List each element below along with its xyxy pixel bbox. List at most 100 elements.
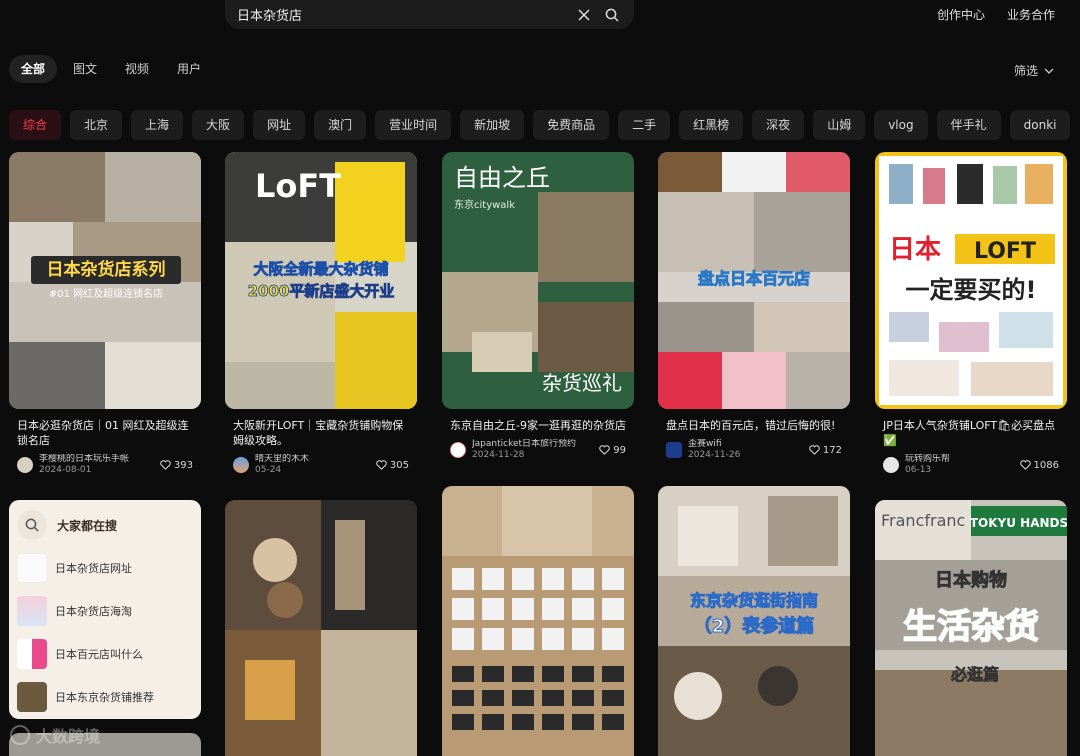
author-name[interactable]: Japanticket日本旅行预约 xyxy=(472,439,599,450)
cover-overlay-subtitle: 东京citywalk xyxy=(454,198,515,211)
hot-search-item[interactable]: 日本百元店叫什么 xyxy=(17,632,193,675)
avatar[interactable] xyxy=(17,457,33,473)
tab-all[interactable]: 全部 xyxy=(9,55,58,83)
note-cover[interactable]: LoFT 大阪全新最大杂货铺 2000平新店盛大开业 xyxy=(225,152,417,409)
top-links: 创作中心 业务合作 xyxy=(937,6,1055,23)
chip-website[interactable]: 网址 xyxy=(253,110,306,140)
chip-beijing[interactable]: 北京 xyxy=(70,110,123,140)
heart-icon xyxy=(160,460,171,470)
result-tabs: 全部 图文 视频 用户 xyxy=(9,55,213,83)
hot-search-item[interactable]: 日本杂货店海淘 xyxy=(17,589,193,632)
chip-osaka[interactable]: 大阪 xyxy=(192,110,245,140)
clear-icon[interactable] xyxy=(574,5,594,25)
chip-red-black-list[interactable]: 红黑榜 xyxy=(679,110,744,140)
cover-overlay-title: 自由之丘 xyxy=(454,164,550,192)
post-date: 06-13 xyxy=(905,465,932,475)
watermark-text: 大数跨境 xyxy=(36,727,101,746)
author-name[interactable]: 李樱桃的日本玩乐手帐 xyxy=(39,454,160,465)
heart-icon xyxy=(599,445,610,455)
cover-overlay-title: 盘点日本百元店 xyxy=(698,269,810,288)
note-cover[interactable] xyxy=(442,486,634,756)
author-block: Japanticket日本旅行预约 2024-11-28 xyxy=(472,439,599,461)
chip-souvenirs[interactable]: 伴手礼 xyxy=(936,110,1001,140)
tab-video[interactable]: 视频 xyxy=(113,55,161,83)
tab-image-text[interactable]: 图文 xyxy=(61,55,109,83)
chip-comprehensive[interactable]: 综合 xyxy=(9,110,62,140)
hot-searches-header: 大家都在搜 xyxy=(17,510,193,540)
note-cover[interactable]: 东京杂货逛街指南 （2）表参道篇 xyxy=(658,486,850,756)
like-button[interactable]: 305 xyxy=(376,460,409,471)
note-title[interactable]: 日本必逛杂货店｜01 网红及超级连锁名店 xyxy=(9,418,201,448)
like-count: 305 xyxy=(389,459,409,471)
filter-button[interactable]: 筛选 xyxy=(1014,62,1054,79)
cover-overlay-subtitle: 2000平新店盛大开业 xyxy=(248,282,395,300)
note-cover[interactable]: 日本杂货店系列 #01 网红及超级连锁名店 xyxy=(9,152,201,409)
creator-center-link[interactable]: 创作中心 xyxy=(937,6,985,23)
avatar[interactable] xyxy=(450,442,466,458)
author-name[interactable]: 歪赛wifi xyxy=(688,439,809,450)
note-card[interactable]: 日本杂货店系列 #01 网红及超级连锁名店 日本必逛杂货店｜01 网红及超级连锁… xyxy=(9,152,201,476)
chip-shanghai[interactable]: 上海 xyxy=(131,110,184,140)
note-card[interactable]: 盘点日本百元店 盘点日本的百元店，错过后悔的很! 歪赛wifi 2024-11-… xyxy=(658,152,850,461)
note-cover[interactable] xyxy=(225,500,417,756)
brand-sign-francfranc: Francfranc xyxy=(881,511,965,530)
cover-overlay-title: 日本购物 xyxy=(935,569,1007,591)
note-cover[interactable]: 日本 LOFT 一定要买的! xyxy=(875,152,1067,409)
heart-icon xyxy=(1019,460,1031,470)
chip-second-hand[interactable]: 二手 xyxy=(618,110,671,140)
avatar[interactable] xyxy=(883,457,899,473)
like-button[interactable]: 1086 xyxy=(1019,460,1059,471)
like-button[interactable]: 172 xyxy=(809,445,842,456)
note-cover[interactable]: Francfranc TOKYU HANDS 日本购物 生活杂货 必逛篇 xyxy=(875,500,1067,756)
post-date: 2024-08-01 xyxy=(39,465,92,475)
author-name[interactable]: 玩转购乐帮 xyxy=(905,454,1020,465)
search-icon xyxy=(17,510,47,540)
cover-overlay-caption: 杂货巡礼 xyxy=(542,371,622,395)
note-cover[interactable]: 盘点日本百元店 xyxy=(658,152,850,409)
author-block: 晴天里的木木 05-24 xyxy=(255,454,376,476)
watermark-logo-icon xyxy=(10,725,30,745)
tab-users[interactable]: 用户 xyxy=(165,55,213,83)
chip-singapore[interactable]: 新加坡 xyxy=(460,110,525,140)
note-card[interactable]: LoFT 大阪全新最大杂货铺 2000平新店盛大开业 大阪新开LOFT｜宝藏杂货… xyxy=(225,152,417,476)
chip-late-night[interactable]: 深夜 xyxy=(752,110,805,140)
hot-search-label: 日本百元店叫什么 xyxy=(55,647,143,661)
business-cooperation-link[interactable]: 业务合作 xyxy=(1007,6,1055,23)
chip-free-items[interactable]: 免费商品 xyxy=(533,110,610,140)
search-icon[interactable] xyxy=(602,5,622,25)
filter-label: 筛选 xyxy=(1013,64,1038,78)
hot-searches-panel: 大家都在搜 日本杂货店网址 日本杂货店海淘 日本百元店叫什么 日本东京杂货铺推荐 xyxy=(9,500,201,719)
note-title[interactable]: 东京自由之丘-9家一逛再逛的杂货店 xyxy=(442,418,634,433)
cover-overlay-subtitle: （2）表参道篇 xyxy=(694,615,815,637)
hot-search-item[interactable]: 日本杂货店网址 xyxy=(17,546,193,589)
chip-sams[interactable]: 山姆 xyxy=(813,110,866,140)
cover-overlay-title: 大阪全新最大杂货铺 xyxy=(253,260,388,278)
chevron-down-icon xyxy=(1044,68,1054,74)
note-title[interactable]: 盘点日本的百元店，错过后悔的很! xyxy=(658,418,850,433)
chip-macau[interactable]: 澳门 xyxy=(314,110,367,140)
cover-overlay-caption: 必逛篇 xyxy=(950,665,999,684)
watermark: 大数跨境 xyxy=(10,723,100,747)
note-title[interactable]: 大阪新开LOFT｜宝藏杂货铺购物保姆级攻略。 xyxy=(225,418,417,448)
search-bar xyxy=(225,0,634,29)
chip-donki[interactable]: donki xyxy=(1009,110,1071,140)
note-card[interactable]: 日本 LOFT 一定要买的! JP日本人气杂货铺LOFT🛍必买盘点✅ 玩转购乐帮… xyxy=(875,152,1067,476)
avatar[interactable] xyxy=(233,457,249,473)
chip-opening-hours[interactable]: 营业时间 xyxy=(375,110,452,140)
note-cover[interactable]: 自由之丘 东京citywalk 杂货巡礼 xyxy=(442,152,634,409)
like-button[interactable]: 393 xyxy=(160,460,193,471)
author-name[interactable]: 晴天里的木木 xyxy=(255,454,376,465)
like-button[interactable]: 99 xyxy=(599,445,626,456)
hot-search-item[interactable]: 日本东京杂货铺推荐 xyxy=(17,675,193,718)
hot-search-label: 日本东京杂货铺推荐 xyxy=(55,690,154,704)
like-count: 393 xyxy=(173,459,193,471)
chip-vlog[interactable]: vlog xyxy=(874,110,928,140)
hot-search-thumb xyxy=(17,552,47,583)
search-input[interactable] xyxy=(237,7,566,22)
hot-search-thumb xyxy=(17,681,47,712)
note-title[interactable]: JP日本人气杂货铺LOFT🛍必买盘点✅ xyxy=(875,418,1067,448)
note-card[interactable]: 自由之丘 东京citywalk 杂货巡礼 东京自由之丘-9家一逛再逛的杂货店 J… xyxy=(442,152,634,461)
heart-icon xyxy=(809,445,820,455)
avatar[interactable] xyxy=(666,442,682,458)
cover-overlay-title: 日本杂货店系列 xyxy=(47,259,166,280)
